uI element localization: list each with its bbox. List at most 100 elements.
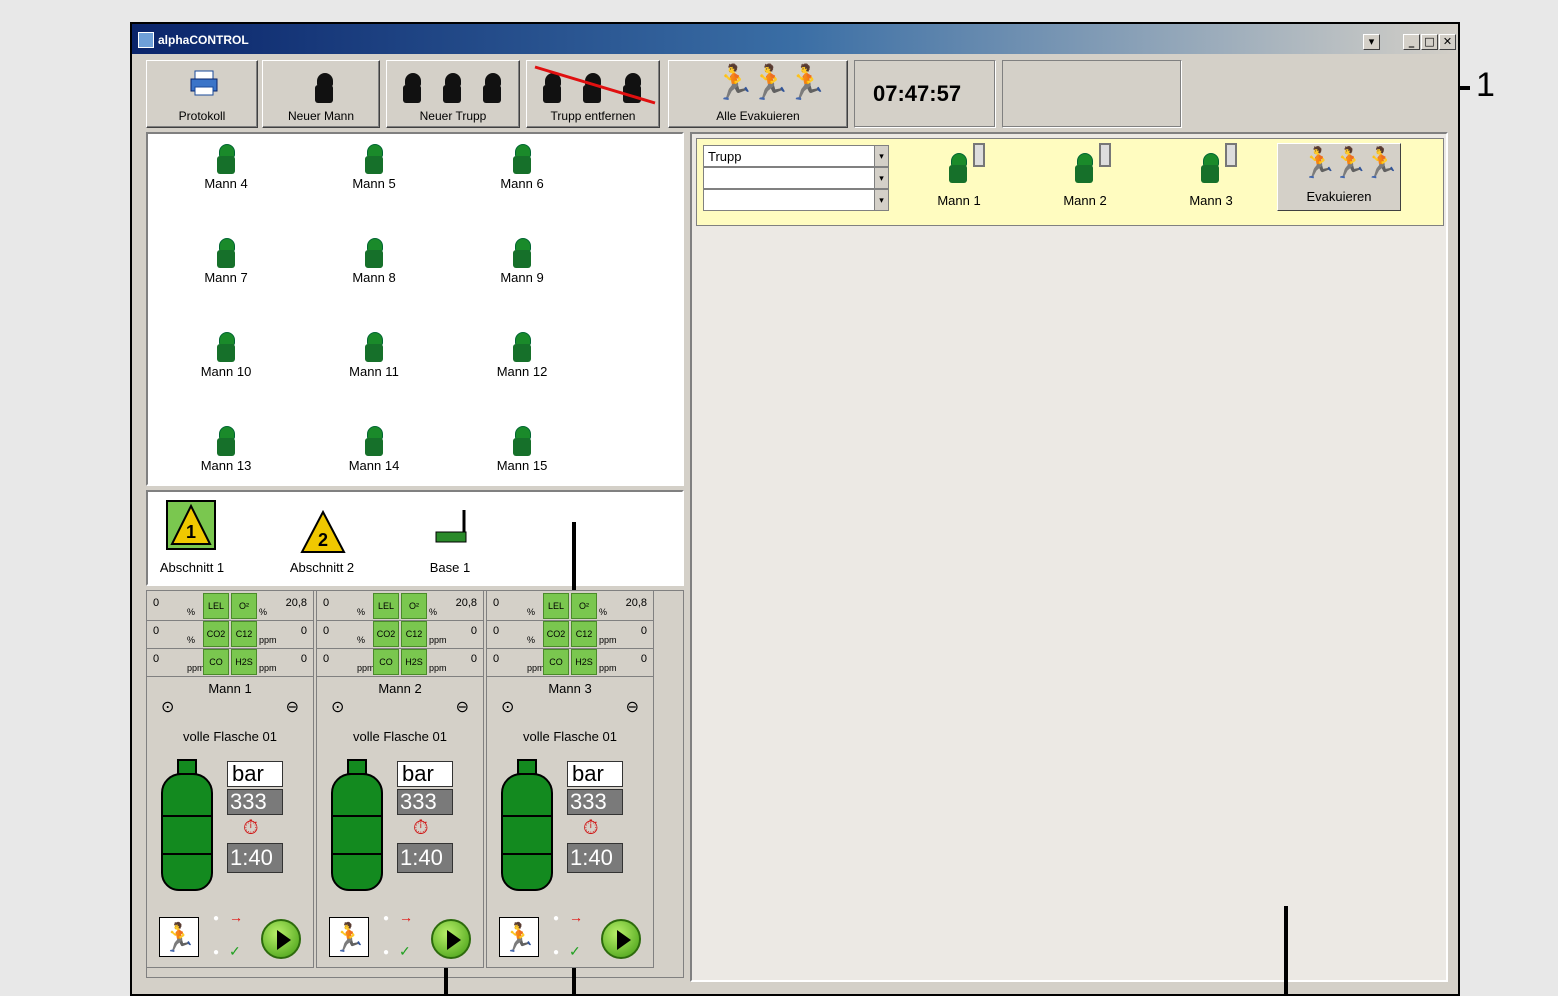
warning-triangle-icon: 1: [170, 504, 212, 545]
man-label: Mann 8: [352, 270, 396, 285]
gas-left-unit: %: [527, 607, 536, 617]
man-icon: [215, 426, 237, 456]
man-icon: [511, 144, 533, 174]
status-dot-icon: ●: [553, 947, 560, 958]
gas-right-value: 0: [470, 653, 477, 665]
title-bar: alphaCONTROL ▾ _ □ ✕: [132, 24, 1458, 54]
radio-icon[interactable]: ⊙: [501, 697, 514, 717]
man-item[interactable]: Mann 8: [334, 238, 414, 285]
remaining-time: 1:40: [397, 843, 453, 873]
man-item[interactable]: Mann 5: [334, 144, 414, 191]
man-icon: [215, 144, 237, 174]
man-item[interactable]: Mann 9: [482, 238, 562, 285]
status-dot-icon: ●: [213, 947, 220, 958]
base-station-icon: [435, 510, 467, 543]
protokoll-button[interactable]: Protokoll: [146, 60, 258, 128]
section-1[interactable]: 1 Abschnitt 1: [152, 500, 230, 580]
gas-right-unit: ppm: [599, 663, 617, 673]
section-1-label: Abschnitt 1: [159, 560, 225, 575]
running-men-icon: 🏃🏃🏃: [1300, 147, 1400, 180]
man-icon: [401, 73, 423, 103]
gas-name: O²: [401, 593, 427, 619]
stopwatch-icon: ⏱: [413, 817, 429, 839]
man-item[interactable]: Mann 11: [334, 332, 414, 379]
man-item[interactable]: Mann 13: [186, 426, 266, 473]
gas-right-unit: ppm: [259, 635, 277, 645]
device-icon: [973, 143, 985, 167]
team-member[interactable]: Mann 3: [1171, 143, 1251, 211]
man-label: Mann 13: [200, 458, 252, 473]
team-name-select[interactable]: Trupp ▾: [703, 145, 889, 167]
radio-icon[interactable]: ⊙: [331, 697, 344, 717]
new-team-button[interactable]: Neuer Trupp: [386, 60, 520, 128]
card-man-name: Mann 3: [548, 681, 592, 696]
gas-right-value: 0: [640, 625, 647, 637]
callout-line-4: [1284, 906, 1288, 996]
dropdown-window-button[interactable]: ▾: [1363, 34, 1380, 50]
gas-left-value: 0: [153, 653, 160, 665]
empty-toolbar-slot: [1002, 60, 1182, 128]
maximize-button[interactable]: □: [1421, 34, 1438, 50]
minimize-button[interactable]: _: [1403, 34, 1420, 50]
man-status-card: 0 % LEL O² % 20,8 0 % CO2 C12 ppm 0 0 pp…: [316, 590, 484, 968]
window-title: alphaCONTROL: [158, 33, 249, 47]
man-label: Mann 11: [349, 364, 399, 379]
gas-left-value: 0: [493, 625, 500, 637]
man-item[interactable]: Mann 7: [186, 238, 266, 285]
man-icon: [313, 73, 335, 103]
right-workspace: Trupp ▾ ▾ ▾ Mann 1 Mann 2 Mann 3 🏃🏃🏃 Eva…: [690, 132, 1448, 982]
gas-name: H2S: [231, 649, 257, 675]
man-item[interactable]: Mann 6: [482, 144, 562, 191]
team-member[interactable]: Mann 1: [919, 143, 999, 211]
man-item[interactable]: Mann 4: [186, 144, 266, 191]
arrow-right-icon: →: [569, 909, 583, 925]
cylinder-valve: [347, 759, 367, 775]
gas-name: LEL: [543, 593, 569, 619]
close-button[interactable]: ✕: [1439, 34, 1456, 50]
man-item[interactable]: Mann 10: [186, 332, 266, 379]
section-2[interactable]: 2 Abschnitt 2: [282, 500, 362, 580]
gas-left-unit: ppm: [527, 663, 545, 673]
gas-name: LEL: [203, 593, 229, 619]
evacuate-man-button[interactable]: 🏃: [499, 917, 539, 957]
gas-right-unit: %: [429, 607, 438, 617]
evacuate-team-button[interactable]: 🏃🏃🏃 Evakuieren: [1277, 143, 1401, 211]
printer-icon: [190, 70, 218, 96]
man-icon: [511, 238, 533, 268]
gas-readings: 0 % LEL O² % 20,8 0 % CO2 C12 ppm 0 0 pp…: [317, 591, 483, 677]
remove-team-label: Trupp entfernen: [550, 109, 636, 123]
evacuate-man-button[interactable]: 🏃: [159, 917, 199, 957]
status-dot-icon: ●: [383, 913, 390, 924]
man-icon: [511, 426, 533, 456]
man-item[interactable]: Mann 12: [482, 332, 562, 379]
chevron-down-icon[interactable]: ▾: [874, 190, 888, 210]
cylinder-icon: [331, 773, 383, 891]
new-man-button[interactable]: Neuer Mann: [262, 60, 380, 128]
man-icon: [1073, 153, 1095, 183]
device-icon: [1225, 143, 1237, 167]
pressure-value: 333: [567, 789, 623, 815]
team-select-2[interactable]: ▾: [703, 167, 889, 189]
stopwatch-icon: ⏱: [583, 817, 599, 839]
play-button[interactable]: [601, 919, 641, 959]
signal-icon: ⊖: [455, 699, 469, 716]
man-status-card: 0 % LEL O² % 20,8 0 % CO2 C12 ppm 0 0 pp…: [486, 590, 654, 968]
play-button[interactable]: [431, 919, 471, 959]
gas-readings: 0 % LEL O² % 20,8 0 % CO2 C12 ppm 0 0 pp…: [487, 591, 653, 677]
chevron-down-icon[interactable]: ▾: [874, 146, 888, 166]
clock-time: 07:47:57: [873, 81, 962, 106]
man-item[interactable]: Mann 14: [334, 426, 414, 473]
card-status: volle Flasche 01: [523, 729, 617, 744]
man-item[interactable]: Mann 15: [482, 426, 562, 473]
gas-right-value: 0: [640, 653, 647, 665]
evacuate-man-button[interactable]: 🏃: [329, 917, 369, 957]
evacuate-all-button[interactable]: 🏃🏃🏃 Alle Evakuieren: [668, 60, 848, 128]
base-1[interactable]: Base 1: [410, 500, 490, 580]
man-label: Mann 4: [204, 176, 248, 191]
play-button[interactable]: [261, 919, 301, 959]
radio-icon[interactable]: ⊙: [161, 697, 174, 717]
chevron-down-icon[interactable]: ▾: [874, 168, 888, 188]
remove-team-button[interactable]: Trupp entfernen: [526, 60, 660, 128]
team-member[interactable]: Mann 2: [1045, 143, 1125, 211]
team-select-3[interactable]: ▾: [703, 189, 889, 211]
